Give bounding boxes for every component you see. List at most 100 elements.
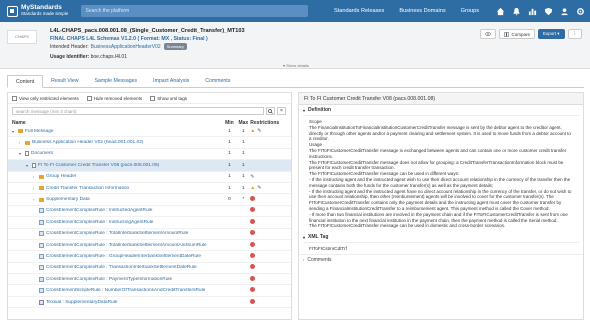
edit-icon: ✎: [257, 128, 262, 135]
row-name[interactable]: CrossElementComplexRule : TotalInterbank…: [12, 242, 222, 248]
definition-header[interactable]: ▾ Definition: [303, 105, 579, 116]
xml-tag-section: ▾ XML Tag FIToFICstmrCdtTrf: [299, 232, 583, 254]
rule-icon: [39, 242, 44, 248]
tree-row[interactable]: CrossElementComplexRule : GroupHeaderInt…: [8, 251, 291, 263]
tree-row[interactable]: CrossElementComplexRule : TotalInterbank…: [8, 229, 291, 240]
intended-header-link[interactable]: BusinessApplicationHeaderV02: [91, 44, 161, 50]
detail-panel: FI To FI Customer Credit Transfer V08 (p…: [298, 92, 584, 320]
row-name[interactable]: CrossElementComplexRule : GroupHeaderInt…: [12, 253, 222, 259]
tree-row[interactable]: › Credit Transfer Transaction Information…: [8, 183, 291, 195]
row-label: Supplementary Data: [46, 197, 90, 203]
tree-row[interactable]: CrossElementSimpleRule : NumberOfTransac…: [8, 285, 291, 297]
tree-row[interactable]: Textual : SupplementaryDataRule: [8, 297, 291, 309]
row-label: FI To FI Customer Credit Transfer V08 (p…: [38, 162, 160, 168]
filter-hide-removed[interactable]: Hide removed elements: [86, 95, 142, 101]
tab-result-view[interactable]: Result View: [43, 75, 86, 88]
chart-icon[interactable]: [526, 5, 538, 17]
row-label: CrossElementComplexRule : GroupHeaderInt…: [46, 253, 201, 259]
export-button[interactable]: Export ▾: [537, 29, 565, 39]
view-toggle-button[interactable]: [480, 29, 497, 39]
tab-sample-messages[interactable]: Sample Messages: [86, 75, 145, 88]
row-restrictions: [250, 264, 287, 271]
chevron-right-icon[interactable]: ›: [33, 174, 38, 179]
row-label: CrossElementComplexRule : InstructingAge…: [46, 219, 154, 225]
checkbox[interactable]: [86, 95, 92, 101]
folder-icon: [39, 174, 44, 179]
search-button[interactable]: [266, 107, 275, 115]
nav-standards-releases[interactable]: Standards Releases: [334, 8, 384, 14]
row-label: CrossElementSimpleRule : NumberOfTransac…: [46, 288, 206, 294]
more-options-button[interactable]: ⋮: [567, 29, 582, 39]
row-restrictions: [250, 218, 287, 226]
row-name[interactable]: ▾ Document: [12, 151, 222, 157]
restriction-removed-icon: [250, 196, 256, 202]
chaps-logo: CHAPS: [7, 30, 37, 44]
row-name[interactable]: Textual : SupplementaryDataRule: [12, 299, 222, 305]
nav-groups[interactable]: Groups: [461, 8, 479, 14]
chevron-right-icon[interactable]: ›: [33, 186, 38, 191]
row-label: Full Message: [25, 128, 54, 134]
user-icon[interactable]: [558, 5, 570, 17]
checkbox[interactable]: [150, 95, 156, 101]
chevron-down-icon[interactable]: ▾: [19, 151, 24, 156]
tree-search-input[interactable]: search message (min 3 chars): [12, 107, 264, 115]
row-name[interactable]: › Supplementary Data: [12, 197, 222, 202]
nav-business-domains[interactable]: Business Domains: [399, 8, 445, 14]
tree-row[interactable]: ▾ FI To FI Customer Credit Transfer V08 (…: [8, 160, 291, 172]
filter-restricted[interactable]: View only restricted elements: [12, 95, 79, 101]
tree-row[interactable]: ▾ Document 1 1: [8, 149, 291, 161]
row-name[interactable]: CrossElementSimpleRule : NumberOfTransac…: [12, 288, 222, 294]
clear-search-button[interactable]: ×: [277, 107, 286, 115]
tree-row[interactable]: CrossElementComplexRule : InstructingAge…: [8, 217, 291, 229]
detail-title: FI To FI Customer Credit Transfer V08 (p…: [299, 93, 583, 105]
tree-row[interactable]: ▾ Full Message 1 1 ▲ ✎: [8, 126, 291, 138]
usage-identifier: Usage Identifier: boe.chaps.l4l.01: [50, 54, 127, 60]
tree-row[interactable]: CrossElementComplexRule : PaymentTypeInf…: [8, 274, 291, 286]
summary-badge[interactable]: Summary: [163, 43, 187, 50]
row-name[interactable]: CrossElementComplexRule : InstructedAgen…: [12, 208, 222, 214]
chevron-down-icon[interactable]: ▾: [26, 163, 31, 168]
mystandards-logo[interactable]: MyStandards Standards made simple: [7, 4, 76, 17]
comments-label: Comments: [307, 256, 332, 263]
edit-icon: ✎: [257, 185, 262, 192]
row-name[interactable]: CrossElementComplexRule : TransactionInt…: [12, 265, 222, 271]
chevron-right-icon[interactable]: ›: [33, 197, 38, 202]
row-restrictions: [250, 252, 287, 260]
home-icon[interactable]: [494, 5, 506, 17]
row-name[interactable]: CrossElementComplexRule : PaymentTypeInf…: [12, 276, 222, 282]
bell-icon[interactable]: [510, 5, 522, 17]
tree-row[interactable]: › Group Header 1 1 ✎: [8, 172, 291, 183]
show-details-toggle[interactable]: ▾ Show details: [283, 63, 309, 68]
row-name[interactable]: › Credit Transfer Transaction Information: [12, 186, 222, 191]
row-name[interactable]: CrossElementComplexRule : InstructingAge…: [12, 219, 222, 225]
row-name[interactable]: ▾ FI To FI Customer Credit Transfer V08 (…: [12, 162, 222, 168]
tree-row[interactable]: CrossElementComplexRule : InstructedAgen…: [8, 206, 291, 218]
chevron-down-icon[interactable]: ▾: [12, 129, 17, 134]
comments-header[interactable]: › Comments: [299, 254, 583, 264]
tab-content[interactable]: Content: [7, 75, 44, 88]
row-name[interactable]: › Business Application Header V02 (head.0…: [12, 140, 222, 145]
folder-icon: [39, 186, 44, 191]
row-name[interactable]: › Group Header: [12, 174, 222, 179]
tab-impact-analysis[interactable]: Impact Analysis: [145, 75, 197, 88]
warning-icon: ▲: [250, 128, 256, 135]
shield-icon[interactable]: [542, 5, 554, 17]
col-name-header[interactable]: Name: [12, 120, 222, 126]
chevron-right-icon[interactable]: ›: [19, 140, 24, 145]
tree-row[interactable]: CrossElementComplexRule : TotalInterbank…: [8, 240, 291, 252]
row-name[interactable]: ▾ Full Message: [12, 129, 222, 134]
message-subtitle[interactable]: FINAL CHAPS L4L Schemas V1.2.0 ( Format:…: [50, 36, 208, 42]
xml-tag-header[interactable]: ▾ XML Tag: [303, 232, 579, 244]
row-max: 1: [241, 140, 245, 146]
definition-paragraph: The FIToFICustomerCreditTransfer message…: [309, 159, 564, 171]
row-name[interactable]: CrossElementComplexRule : TotalInterbank…: [12, 231, 222, 237]
tab-comments[interactable]: Comments: [197, 75, 238, 88]
filter-xml-tags[interactable]: Show xml tags: [150, 95, 187, 101]
platform-search-input[interactable]: Search the platform: [80, 5, 308, 17]
checkbox[interactable]: [12, 95, 17, 101]
tree-row[interactable]: › Business Application Header V02 (head.0…: [8, 137, 291, 149]
tree-row[interactable]: CrossElementComplexRule : TransactionInt…: [8, 263, 291, 275]
gear-icon[interactable]: [574, 5, 586, 17]
tree-row[interactable]: › Supplementary Data 0 *: [8, 194, 291, 206]
compare-button[interactable]: Compare: [499, 29, 535, 39]
